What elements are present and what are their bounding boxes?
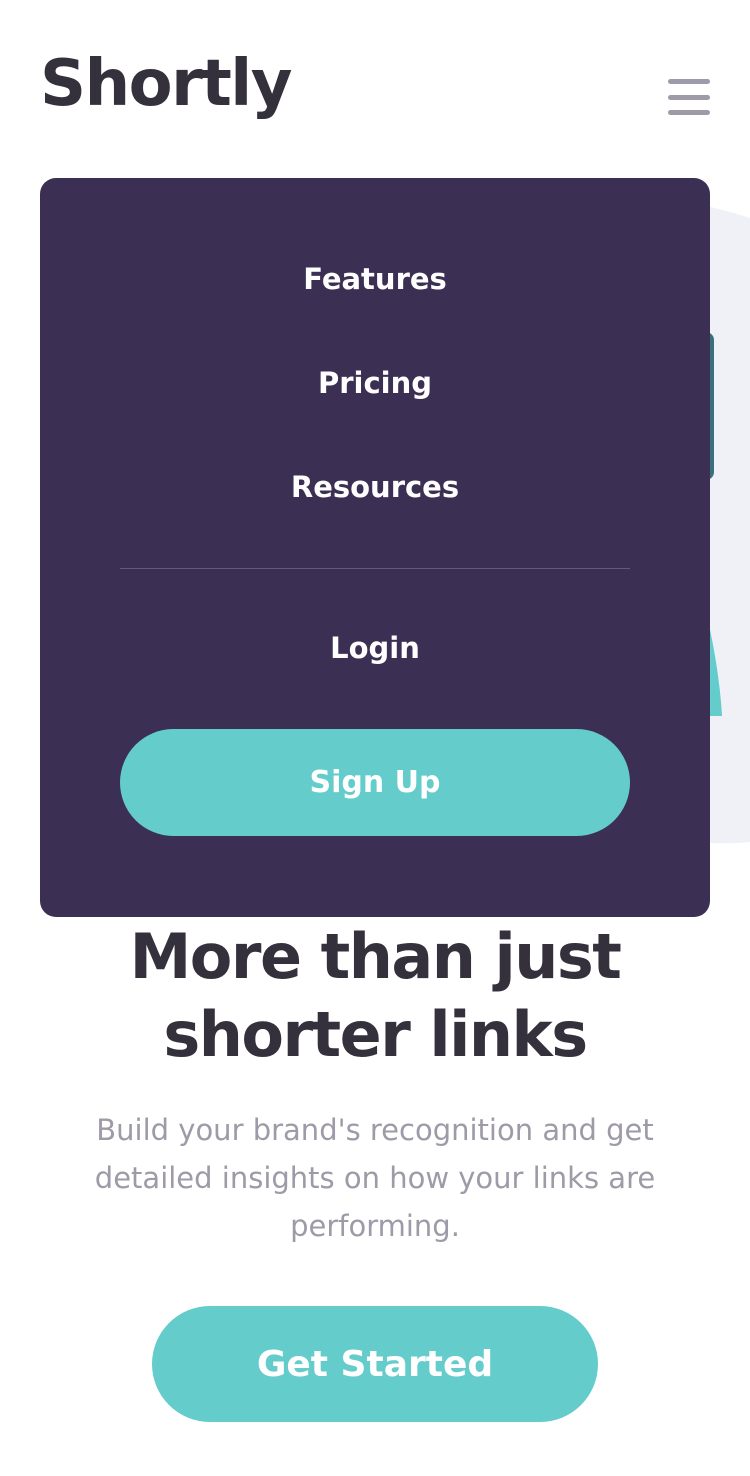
headline-line-2: shorter links [163, 998, 588, 1071]
nav-link-features[interactable]: Features [40, 259, 710, 299]
logo[interactable]: Shortly [40, 52, 292, 116]
hamburger-bar [668, 110, 710, 115]
signup-button[interactable]: Sign Up [120, 729, 630, 836]
headline-line-1: More than just [129, 920, 622, 993]
menu-divider [120, 568, 630, 569]
hamburger-bar [668, 95, 710, 100]
mobile-nav-menu: Features Pricing Resources Login Sign Up [40, 178, 710, 917]
nav-link-resources[interactable]: Resources [40, 467, 710, 507]
hero-subtext: Build your brand's recognition and get d… [94, 1113, 656, 1243]
login-link[interactable]: Login [40, 628, 710, 668]
hero-headline: More than just shorter links [0, 918, 750, 1074]
hamburger-menu-icon[interactable] [668, 79, 710, 115]
get-started-button[interactable]: Get Started [152, 1306, 598, 1422]
nav-link-pricing[interactable]: Pricing [40, 363, 710, 403]
hamburger-bar [668, 79, 710, 84]
